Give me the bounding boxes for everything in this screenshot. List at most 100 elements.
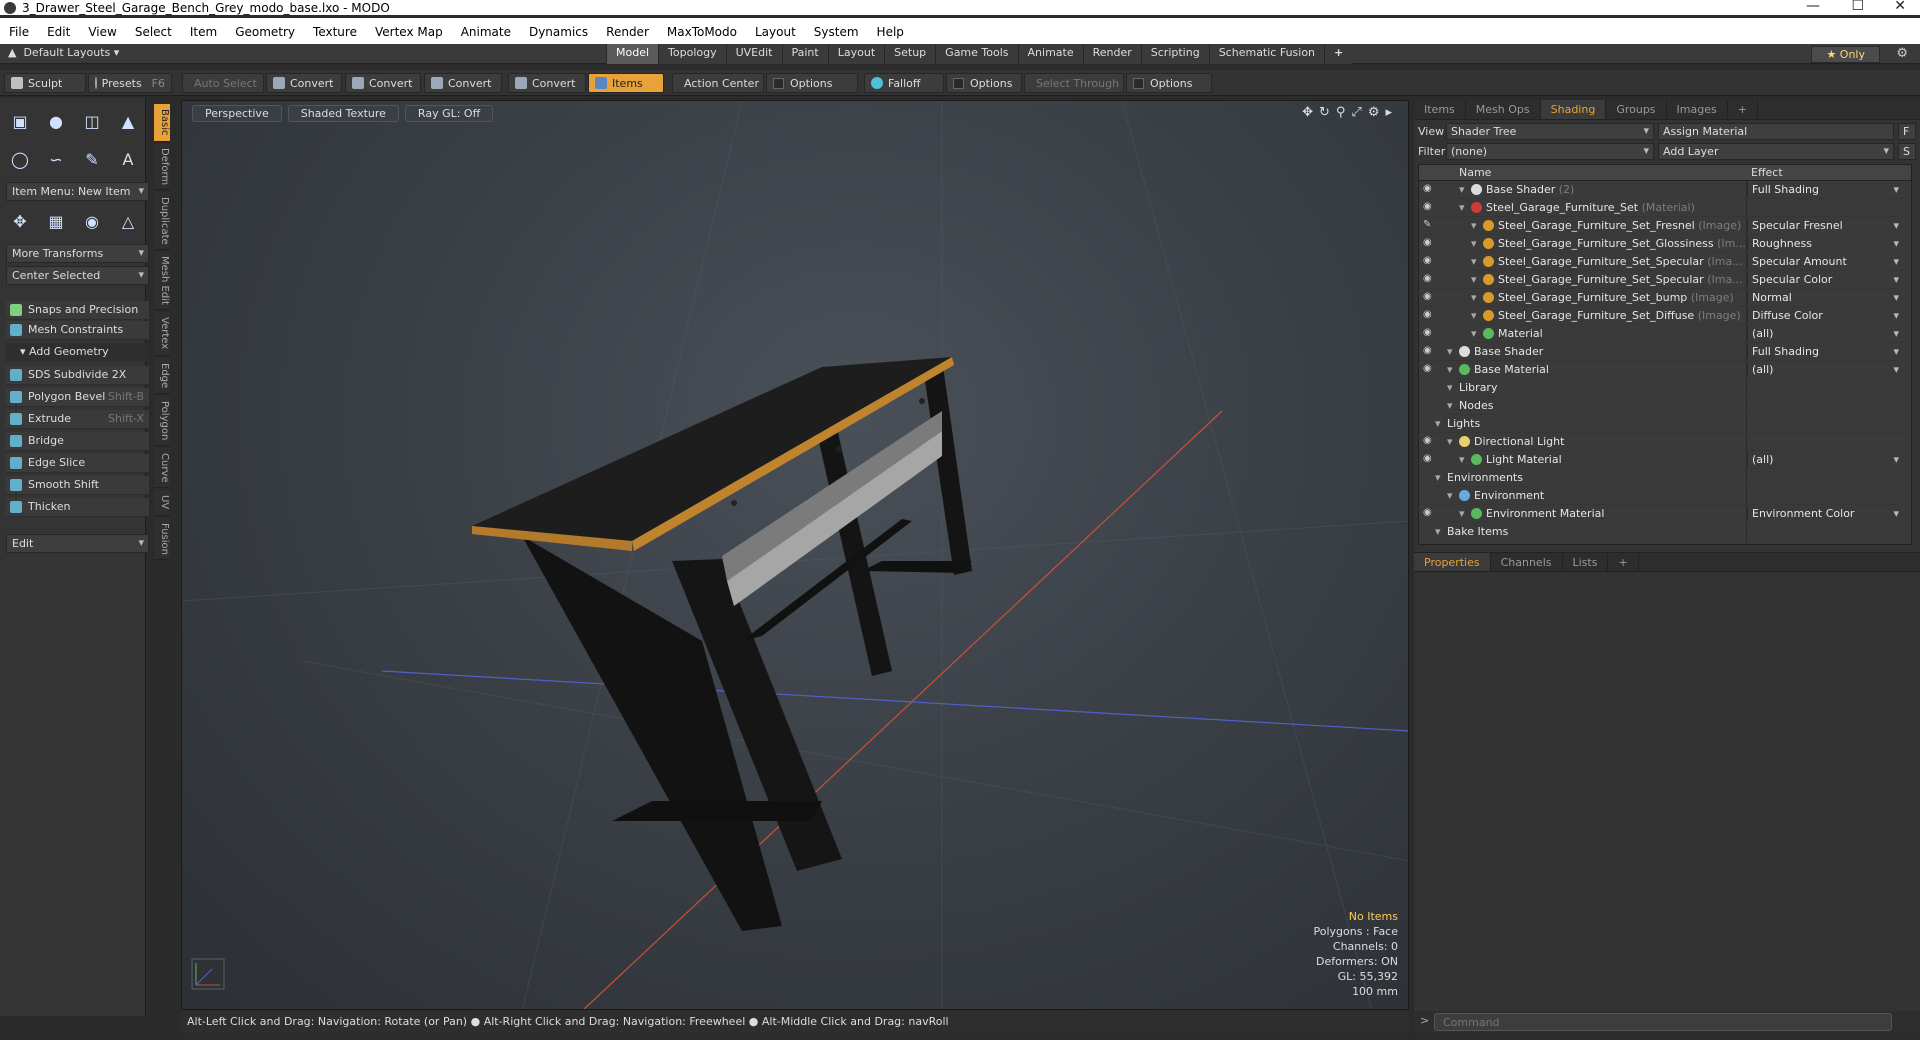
expand-arrow-icon[interactable]: ▾ <box>1459 201 1465 214</box>
menu-edit[interactable]: Edit <box>38 25 79 39</box>
command-input[interactable] <box>1434 1013 1892 1031</box>
menu-system[interactable]: System <box>805 25 868 39</box>
shader-tree-row[interactable]: ◉ ▾ Steel_Garage_Furniture_Set_Glossiness … <box>1419 235 1911 253</box>
visibility-eye-icon[interactable]: ◉ <box>1423 363 1433 374</box>
layer-effect-dropdown[interactable]: (all) ▾ <box>1747 453 1899 466</box>
mesh-constraints-button[interactable]: Mesh Constraints <box>6 321 149 340</box>
edit-dropdown[interactable]: Edit ▾ <box>6 534 149 553</box>
tab-items[interactable]: Items <box>1414 100 1466 119</box>
vtab-basic[interactable]: Basic <box>154 104 170 142</box>
add-props-tab-button[interactable]: + <box>1608 553 1639 571</box>
expand-arrow-icon[interactable]: ▾ <box>1447 435 1453 448</box>
globe-icon[interactable]: ◉ <box>78 208 106 234</box>
visibility-eye-icon[interactable]: ◉ <box>1423 435 1433 446</box>
expand-arrow-icon[interactable]: ▾ <box>1435 471 1441 484</box>
menu-select[interactable]: Select <box>126 25 181 39</box>
vtab-polygon[interactable]: Polygon <box>154 396 170 446</box>
menu-animate[interactable]: Animate <box>452 25 520 39</box>
select-through-options-button[interactable]: Options <box>1126 73 1212 93</box>
view-perspective-button[interactable]: Perspective <box>192 105 282 122</box>
add-layer-dropdown[interactable]: Add Layer ▾ <box>1658 143 1894 160</box>
tab-game-tools[interactable]: Game Tools <box>935 44 1018 64</box>
falloff-button[interactable]: Falloff <box>864 73 944 93</box>
layer-effect-dropdown[interactable]: Normal ▾ <box>1747 291 1899 304</box>
menu-dynamics[interactable]: Dynamics <box>520 25 597 39</box>
tab-schematic-fusion[interactable]: Schematic Fusion <box>1208 44 1325 64</box>
layer-effect-dropdown[interactable]: (all) ▾ <box>1747 363 1899 376</box>
tab-properties[interactable]: Properties <box>1414 553 1491 571</box>
convert-button-3[interactable]: Convert <box>424 73 502 93</box>
expand-arrow-icon[interactable]: ▾ <box>1471 237 1477 250</box>
sds-subdivide-button[interactable]: SDS Subdivide 2X <box>6 366 149 385</box>
move-icon[interactable]: ✥ <box>1302 105 1313 120</box>
options-checkbox-3[interactable] <box>1133 77 1144 89</box>
vtab-mesh-edit[interactable]: Mesh Edit <box>154 252 170 310</box>
convert-button-1[interactable]: Convert <box>266 73 342 93</box>
layer-effect-dropdown[interactable]: Diffuse Color ▾ <box>1747 309 1899 322</box>
shader-tree-row[interactable]: ◉ ▾ Steel_Garage_Furniture_Set_Specular (I… <box>1419 271 1911 289</box>
grid-icon[interactable]: ▦ <box>42 208 70 234</box>
thicken-button[interactable]: Thicken <box>6 498 149 517</box>
zoom-icon[interactable]: ⚲ <box>1336 105 1346 120</box>
extrude-button[interactable]: Extrude Shift-X <box>6 410 149 429</box>
menu-layout[interactable]: Layout <box>746 25 805 39</box>
shader-tree-row[interactable]: ◉ ▾ Steel_Garage_Furniture_Set_bump (Image… <box>1419 289 1911 307</box>
layer-effect-dropdown[interactable]: Specular Fresnel ▾ <box>1747 219 1899 232</box>
shader-tree-row[interactable]: ▾ Environments <box>1419 469 1911 487</box>
items-mode-button[interactable]: Items <box>588 73 664 93</box>
expand-arrow-icon[interactable]: ▾ <box>1435 417 1441 430</box>
shader-tree-row[interactable]: ◉ ▾ Base Material (all) ▾ <box>1419 361 1911 379</box>
torus-icon[interactable]: ◯ <box>6 146 34 172</box>
view-dropdown[interactable]: Shader Tree ▾ <box>1446 123 1654 140</box>
center-selected-dropdown[interactable]: Center Selected ▾ <box>6 266 149 285</box>
vtab-uv[interactable]: UV <box>154 490 170 516</box>
pen-icon[interactable]: ✎ <box>78 146 106 172</box>
visibility-eye-icon[interactable]: ◉ <box>1423 345 1433 356</box>
brush-icon[interactable]: ✎ <box>1423 219 1433 230</box>
tab-lists[interactable]: Lists <box>1563 553 1609 571</box>
tube-icon[interactable]: ∽ <box>42 146 70 172</box>
visibility-eye-icon[interactable]: ◉ <box>1423 453 1433 464</box>
convert-button-2[interactable]: Convert <box>345 73 421 93</box>
menu-geometry[interactable]: Geometry <box>226 25 304 39</box>
tab-uvedit[interactable]: UVEdit <box>725 44 782 64</box>
shading-mode-button[interactable]: Shaded Texture <box>287 105 399 122</box>
expand-arrow-icon[interactable]: ▾ <box>1471 255 1477 268</box>
menu-help[interactable]: Help <box>868 25 913 39</box>
only-button[interactable]: ★ Only <box>1811 46 1880 63</box>
maximize-icon[interactable]: ☐ <box>1851 0 1864 14</box>
presets-button[interactable]: Presets F6 <box>88 73 172 93</box>
options-checkbox-1[interactable] <box>773 77 784 89</box>
vtab-duplicate[interactable]: Duplicate <box>154 192 170 250</box>
tab-images[interactable]: Images <box>1667 100 1728 119</box>
smooth-shift-button[interactable]: Smooth Shift <box>6 476 149 495</box>
visibility-eye-icon[interactable]: ◉ <box>1423 201 1433 212</box>
visibility-eye-icon[interactable]: ◉ <box>1423 291 1433 302</box>
expand-arrow-icon[interactable]: ▾ <box>1471 309 1477 322</box>
layer-effect-dropdown[interactable]: Full Shading ▾ <box>1747 183 1899 196</box>
vtab-edge[interactable]: Edge <box>154 358 170 394</box>
shader-tree-row[interactable]: ▾ Nodes <box>1419 397 1911 415</box>
falloff-options-button[interactable]: Options <box>946 73 1022 93</box>
item-menu-dropdown[interactable]: Item Menu: New Item ▾ <box>6 182 149 201</box>
tab-mesh-ops[interactable]: Mesh Ops <box>1466 100 1541 119</box>
visibility-eye-icon[interactable]: ◉ <box>1423 183 1433 194</box>
shader-tree-row[interactable]: ▾ Library <box>1419 379 1911 397</box>
vtab-fusion[interactable]: Fusion <box>154 518 170 560</box>
menu-view[interactable]: View <box>79 25 125 39</box>
default-layouts-dropdown[interactable]: ▲ Default Layouts ▾ <box>8 46 119 59</box>
menu-vertex-map[interactable]: Vertex Map <box>366 25 452 39</box>
tab-paint[interactable]: Paint <box>781 44 828 64</box>
filter-dropdown[interactable]: (none) ▾ <box>1446 143 1654 160</box>
expand-arrow-icon[interactable]: ▾ <box>1471 273 1477 286</box>
visibility-eye-icon[interactable]: ◉ <box>1423 255 1433 266</box>
cube-icon[interactable]: ▣ <box>6 108 34 134</box>
text-icon[interactable]: A <box>114 146 142 172</box>
sphere-icon[interactable]: ● <box>42 108 70 134</box>
tab-layout[interactable]: Layout <box>827 44 885 64</box>
expand-arrow-icon[interactable]: ▾ <box>1447 363 1453 376</box>
tab-render[interactable]: Render <box>1082 44 1141 64</box>
edge-slice-button[interactable]: Edge Slice <box>6 454 149 473</box>
tab-animate[interactable]: Animate <box>1017 44 1083 64</box>
tab-groups[interactable]: Groups <box>1606 100 1667 119</box>
